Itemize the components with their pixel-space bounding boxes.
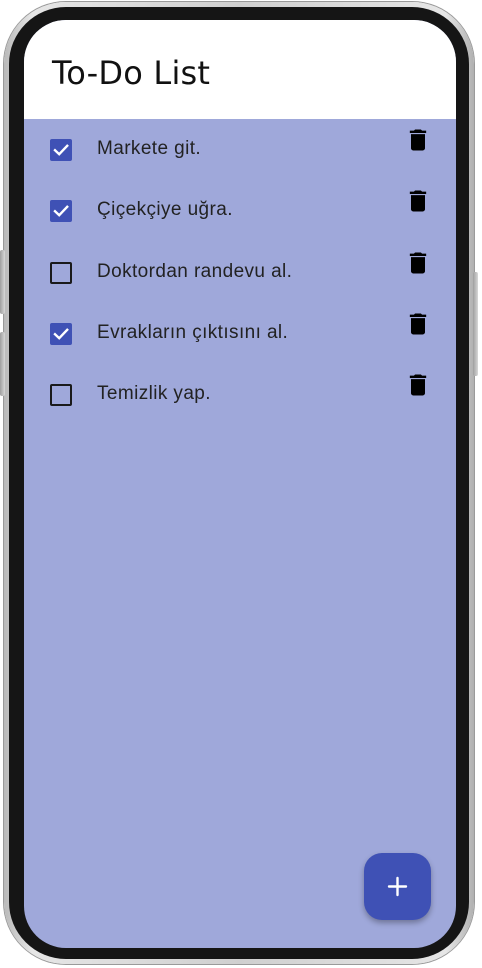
app-screen: To-Do List Markete git. Çiçekçiye uğra. … <box>24 20 456 948</box>
trash-icon <box>409 374 427 396</box>
page-title: To-Do List <box>52 54 211 92</box>
app-bar: To-Do List <box>24 20 456 119</box>
todo-checkbox[interactable] <box>50 261 72 284</box>
todo-checkbox[interactable] <box>50 384 72 407</box>
check-icon <box>53 205 69 218</box>
delete-button[interactable] <box>404 187 432 215</box>
todo-label: Evrakların çıktısını al. <box>97 321 289 343</box>
check-icon <box>53 144 69 156</box>
delete-button[interactable] <box>404 126 432 154</box>
todo-item[interactable]: Evrakların çıktısını al. <box>24 303 456 364</box>
todo-item[interactable]: Markete git. <box>24 119 456 180</box>
todo-item[interactable]: Temizlik yap. <box>24 364 456 425</box>
todo-item[interactable]: Çiçekçiye uğra. <box>24 180 456 241</box>
trash-icon <box>409 129 427 151</box>
volume-down-button <box>0 332 5 396</box>
todo-checkbox[interactable] <box>50 200 72 223</box>
delete-button[interactable] <box>404 249 432 277</box>
trash-icon <box>409 313 427 335</box>
todo-item[interactable]: Doktordan randevu al. <box>24 242 456 303</box>
todo-checkbox[interactable] <box>50 322 72 345</box>
delete-button[interactable] <box>404 371 432 399</box>
power-button <box>473 272 478 376</box>
todo-label: Çiçekçiye uğra. <box>97 199 233 221</box>
todo-label: Temizlik yap. <box>97 383 211 405</box>
trash-icon <box>409 190 427 212</box>
delete-button[interactable] <box>404 310 432 338</box>
add-todo-button[interactable] <box>364 853 431 920</box>
todo-list: Markete git. Çiçekçiye uğra. Doktordan r… <box>24 119 456 425</box>
todo-label: Doktordan randevu al. <box>97 260 293 282</box>
check-icon <box>53 327 69 340</box>
todo-label: Markete git. <box>97 138 202 159</box>
plus-icon <box>387 876 408 897</box>
trash-icon <box>409 252 427 274</box>
volume-up-button <box>0 250 5 314</box>
todo-checkbox[interactable] <box>50 139 72 161</box>
